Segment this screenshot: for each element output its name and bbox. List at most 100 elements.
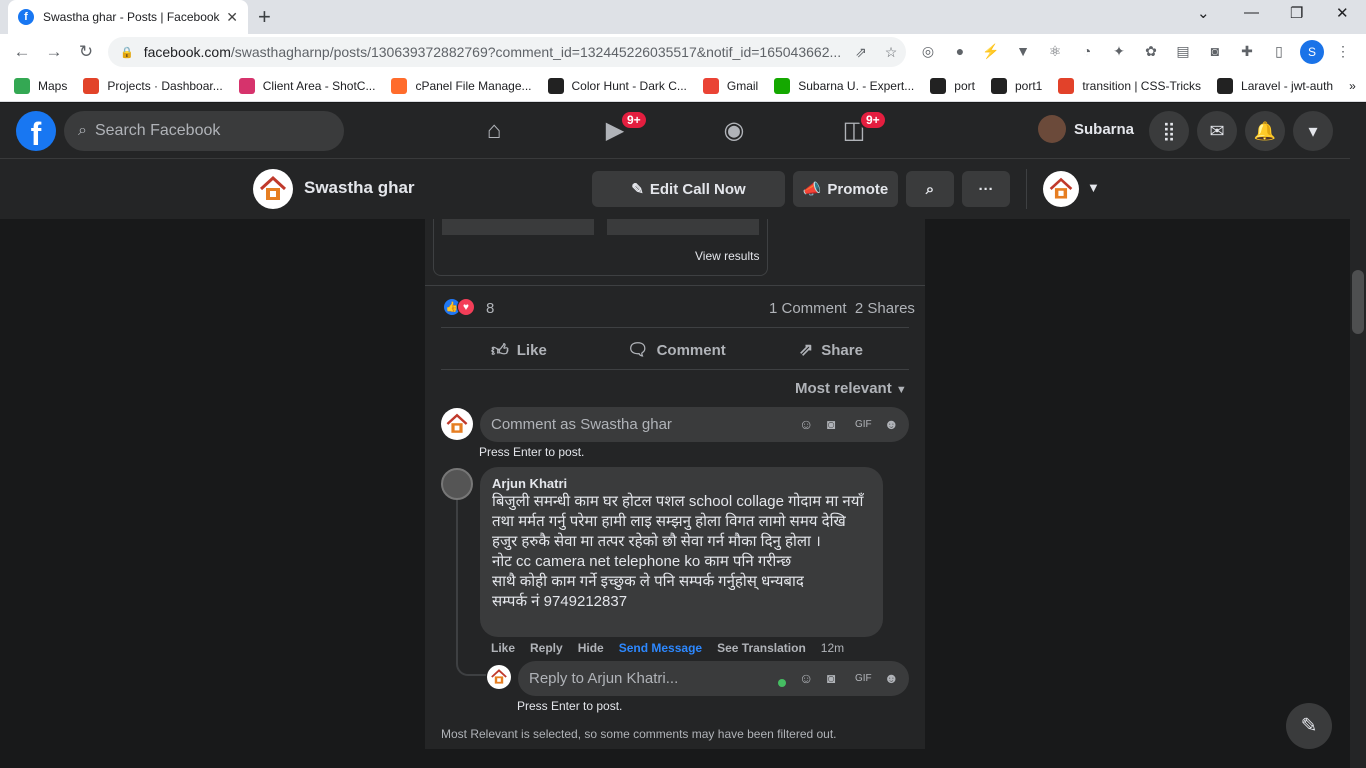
bookmark-label: cPanel File Manage... <box>415 78 532 93</box>
facebook-search-input[interactable]: ⌕ Search Facebook <box>64 111 344 151</box>
messenger-icon[interactable]: ✉ <box>1197 111 1237 151</box>
react-devtools-icon[interactable]: ⚛ <box>1045 41 1065 61</box>
extension-icon[interactable]: ✦ <box>1109 41 1129 61</box>
scrollbar-thumb[interactable] <box>1352 270 1364 334</box>
comment-timestamp[interactable]: 12m <box>821 641 844 655</box>
notifications-bell-icon[interactable]: 🔔 <box>1245 111 1285 151</box>
extensions-puzzle-icon[interactable]: ✚ <box>1237 41 1257 61</box>
view-results-link[interactable]: View results <box>695 249 759 263</box>
back-icon[interactable]: ← <box>6 42 38 62</box>
comment-button[interactable]: 🗨 Comment <box>627 340 726 360</box>
camera-icon[interactable]: ◙ <box>827 416 835 432</box>
menu-icon[interactable]: ⋮ <box>1333 41 1353 61</box>
comment-input[interactable]: Comment as Swastha ghar <box>480 407 909 442</box>
reactions-summary[interactable]: 👍 ♥ <box>443 298 475 316</box>
share-button[interactable]: ⇗ Share <box>799 340 863 360</box>
facebook-logo-icon[interactable]: f <box>16 111 56 152</box>
reaction-count[interactable]: 8 <box>486 300 494 317</box>
page-name[interactable]: Swastha ghar <box>304 178 415 198</box>
reply-input[interactable]: Reply to Arjun Khatri... <box>518 661 909 696</box>
poll-option-bar[interactable] <box>607 219 759 235</box>
account-dropdown-icon[interactable]: ▾ <box>1293 111 1333 151</box>
extension-icon[interactable]: ⚡ <box>981 41 1001 61</box>
camera-icon[interactable]: ◙ <box>1205 41 1225 61</box>
more-bookmarks-icon[interactable]: » <box>1349 79 1356 93</box>
send-message-link[interactable]: Send Message <box>619 641 702 655</box>
extension-icon[interactable]: ▤ <box>1173 41 1193 61</box>
arjun-khatri-avatar[interactable] <box>441 468 473 500</box>
comment-label: Comment <box>656 341 726 359</box>
comment-like-link[interactable]: Like <box>491 641 515 655</box>
address-bar[interactable]: 🔒 facebook.com/swasthagharnp/posts/13063… <box>108 37 906 67</box>
reply-avatar[interactable] <box>487 665 511 689</box>
profile-avatar[interactable]: S <box>1300 40 1324 64</box>
house-logo-icon <box>1049 177 1073 199</box>
gif-icon[interactable]: GIF <box>855 419 872 430</box>
bookmark-label: Subarna U. - Expert... <box>798 78 915 93</box>
groups-icon[interactable]: ◉ <box>716 115 752 147</box>
forward-icon[interactable]: → <box>38 42 70 62</box>
home-icon[interactable]: ⌂ <box>476 115 512 147</box>
page-search-button[interactable]: ⌕ <box>906 171 954 207</box>
bookmark-item[interactable]: cPanel File Manage... <box>391 77 532 94</box>
tab-search-icon[interactable]: ⌄ <box>1197 4 1210 22</box>
scrollbar[interactable] <box>1350 103 1366 768</box>
share-icon[interactable]: ⇗ <box>846 44 876 61</box>
bookmark-item[interactable]: Client Area - ShotC... <box>238 77 375 94</box>
bookmark-item[interactable]: transition | CSS-Tricks <box>1058 77 1201 94</box>
caret-down-icon[interactable]: ▼ <box>1087 180 1100 195</box>
emoji-icon[interactable]: ☺ <box>799 416 813 432</box>
new-tab-button[interactable]: + <box>258 4 271 30</box>
poll-option-bar[interactable] <box>442 219 594 235</box>
user-profile-link[interactable]: Subarna <box>1038 115 1134 143</box>
search-icon: ⌕ <box>78 122 87 139</box>
sticker-icon[interactable]: ☻ <box>884 416 899 432</box>
side-panel-icon[interactable]: ▯ <box>1269 41 1289 61</box>
extension-icon[interactable]: ◎ <box>918 41 938 61</box>
extension-icon[interactable]: ● <box>950 41 970 61</box>
bookmark-item[interactable]: Color Hunt - Dark C... <box>547 77 687 94</box>
bookmark-item[interactable]: Maps <box>14 77 67 94</box>
promote-button[interactable]: 📣 Promote <box>793 171 898 207</box>
see-translation-link[interactable]: See Translation <box>717 641 806 655</box>
bookmark-item[interactable]: Laravel - jwt-auth <box>1217 77 1333 94</box>
edit-call-now-button[interactable]: ✎ Edit Call Now <box>592 171 785 207</box>
new-message-compose-icon[interactable]: ✎ <box>1286 703 1332 749</box>
color-picker-icon[interactable]: ✿ <box>1141 41 1161 61</box>
user-avatar <box>1038 115 1066 143</box>
bookmark-favicon-icon <box>83 77 100 94</box>
commenter-avatar[interactable] <box>441 408 473 440</box>
comment-placeholder: Comment as Swastha ghar <box>491 416 672 433</box>
bookmark-star-icon[interactable]: ☆ <box>876 44 906 61</box>
comment-author[interactable]: Arjun Khatri <box>492 476 871 491</box>
menu-grid-icon[interactable]: ⣿ <box>1149 111 1189 151</box>
comment-sort-dropdown[interactable]: Most relevant ▼ <box>795 380 907 397</box>
bookmark-label: Gmail <box>726 78 759 93</box>
shares-count[interactable]: 2 Shares <box>855 300 915 317</box>
restore-button[interactable]: ❐ <box>1290 4 1303 22</box>
close-tab-icon[interactable]: ✕ <box>226 9 238 26</box>
browser-tab[interactable]: f Swastha ghar - Posts | Facebook ✕ <box>8 0 248 34</box>
comment-hide-link[interactable]: Hide <box>578 641 604 655</box>
comment-reply-link[interactable]: Reply <box>530 641 563 655</box>
bookmark-item[interactable]: port <box>930 77 975 94</box>
bookmark-item[interactable]: Projects · Dashboar... <box>83 77 223 94</box>
close-window-button[interactable]: ✕ <box>1336 4 1349 22</box>
more-options-button[interactable]: ··· <box>962 171 1010 207</box>
emoji-icon[interactable]: ☺ <box>799 670 813 686</box>
extension-icon[interactable]: ▼ <box>1013 41 1033 61</box>
page-logo[interactable] <box>253 169 293 209</box>
extension-icon[interactable]: ◔ <box>1077 41 1097 61</box>
bookmark-item[interactable]: Subarna U. - Expert... <box>774 77 915 94</box>
bookmark-item[interactable]: port1 <box>990 77 1042 94</box>
camera-icon[interactable]: ◙ <box>827 670 835 686</box>
like-button[interactable]: 👍︎ Like <box>491 340 547 361</box>
divider <box>1026 169 1027 209</box>
comments-count[interactable]: 1 Comment <box>769 300 847 317</box>
minimize-button[interactable]: — <box>1244 4 1259 21</box>
sticker-icon[interactable]: ☻ <box>884 670 899 686</box>
reload-icon[interactable]: ↻ <box>70 42 102 62</box>
page-switcher-avatar[interactable] <box>1043 171 1079 207</box>
bookmark-item[interactable]: Gmail <box>702 77 759 94</box>
gif-icon[interactable]: GIF <box>855 673 872 684</box>
